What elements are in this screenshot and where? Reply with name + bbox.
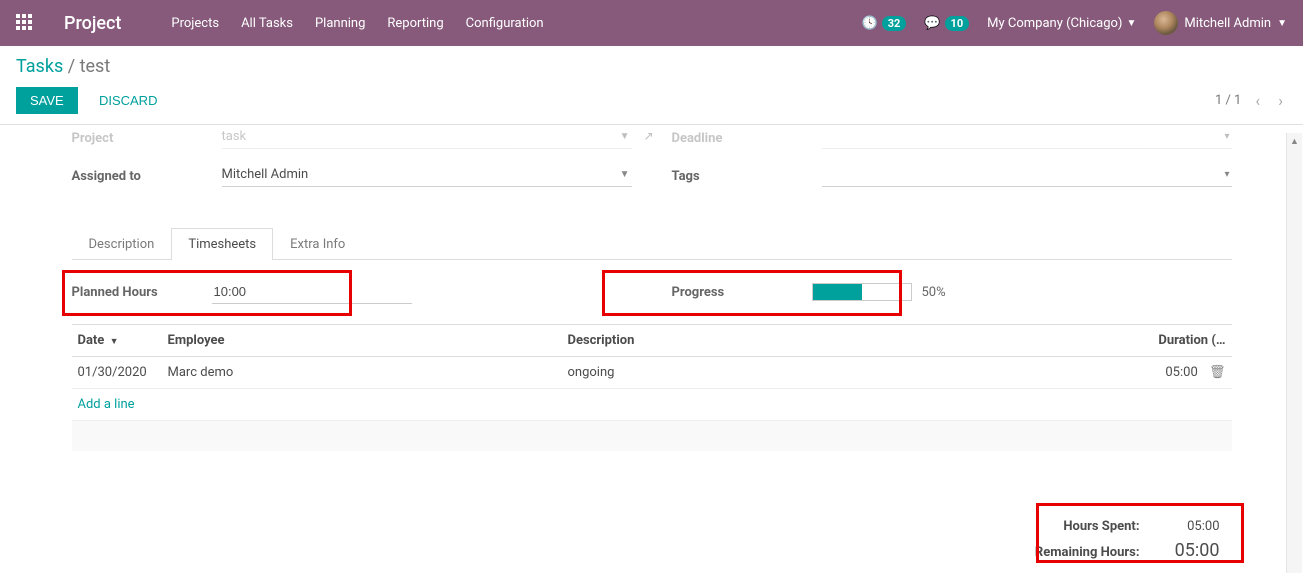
progress-group: Progress 50%	[672, 280, 1232, 304]
save-button[interactable]: Save	[16, 87, 78, 114]
company-name: My Company (Chicago)	[987, 16, 1122, 31]
nav-planning[interactable]: Planning	[315, 16, 365, 31]
avatar	[1154, 11, 1178, 35]
field-deadline[interactable]: ▾	[822, 127, 1232, 149]
timesheet-section: Planned Hours Progress 50%	[72, 260, 1232, 567]
label-tags: Tags	[672, 169, 822, 184]
top-nav: Project Projects All Tasks Planning Repo…	[0, 0, 1303, 46]
chat-icon: 💬	[924, 16, 940, 31]
label-assigned-to: Assigned to	[72, 169, 222, 184]
pager-next[interactable]: ›	[1274, 91, 1287, 110]
cell-description[interactable]: ongoing	[562, 357, 1122, 389]
timesheet-table: Date ▼ Employee Description Duration (… …	[72, 324, 1232, 451]
apps-icon[interactable]	[16, 14, 34, 32]
label-hours-spent: Hours Spent:	[1063, 519, 1139, 534]
discard-button[interactable]: Discard	[89, 87, 168, 114]
pager-prev[interactable]: ‹	[1251, 91, 1264, 110]
sort-desc-icon: ▼	[110, 337, 119, 347]
label-deadline: Deadline	[672, 131, 822, 146]
cell-date[interactable]: 01/30/2020	[72, 357, 162, 389]
trash-icon[interactable]: 🗑	[1209, 365, 1226, 380]
form-view: Project task ▼ ↗ Deadline ▾	[0, 125, 1303, 567]
messaging-indicator[interactable]: 💬 10	[924, 16, 969, 31]
nav-all-tasks[interactable]: All Tasks	[241, 16, 293, 31]
tab-extra-info[interactable]: Extra Info	[273, 228, 362, 260]
chevron-down-icon: ▼	[1277, 18, 1287, 29]
field-planned-hours[interactable]	[212, 280, 412, 304]
chevron-down-icon: ▼	[620, 131, 630, 142]
value-remaining-hours: 05:00	[1160, 540, 1220, 561]
label-progress: Progress	[672, 285, 812, 300]
field-assigned-to[interactable]: Mitchell Admin ▼	[222, 165, 632, 187]
nav-configuration[interactable]: Configuration	[466, 16, 544, 31]
message-count: 10	[945, 16, 970, 31]
cell-employee[interactable]: Marc demo	[162, 357, 562, 389]
chevron-down-icon: ▼	[620, 169, 630, 180]
activity-indicator[interactable]: 🕓 32	[862, 16, 907, 31]
chevron-down-icon: ▾	[1224, 131, 1229, 142]
label-planned-hours: Planned Hours	[72, 285, 212, 300]
nav-right: 🕓 32 💬 10 My Company (Chicago) ▼ Mitchel…	[862, 11, 1287, 35]
hours-summary: Hours Spent: 05:00 Remaining Hours: 05:0…	[1023, 511, 1232, 568]
field-project[interactable]: task ▼ ↗	[222, 127, 632, 149]
control-panel: Tasks / test Save Discard 1 / 1 ‹ ›	[0, 46, 1303, 125]
planned-hours-group: Planned Hours	[72, 280, 632, 304]
breadcrumb-current: test	[80, 56, 111, 77]
table-row[interactable]: 01/30/2020Marc demoongoing05:00 🗑	[72, 357, 1232, 389]
app-brand[interactable]: Project	[64, 13, 121, 34]
field-tags[interactable]: ▾	[822, 165, 1232, 187]
tab-timesheets[interactable]: Timesheets	[171, 228, 273, 260]
col-description[interactable]: Description	[562, 325, 1122, 357]
external-link-icon[interactable]: ↗	[643, 129, 653, 143]
col-duration[interactable]: Duration (…	[1122, 325, 1232, 357]
user-name: Mitchell Admin	[1184, 16, 1271, 31]
nav-menu: Projects All Tasks Planning Reporting Co…	[171, 16, 543, 31]
pager-label: 1 / 1	[1215, 93, 1241, 108]
col-date[interactable]: Date ▼	[72, 325, 162, 357]
value-hours-spent: 05:00	[1160, 519, 1220, 534]
breadcrumb-root[interactable]: Tasks	[16, 56, 63, 77]
label-remaining-hours: Remaining Hours:	[1035, 545, 1140, 560]
progress-fill	[813, 284, 862, 300]
company-switcher[interactable]: My Company (Chicago) ▼	[987, 16, 1136, 31]
clock-icon: 🕓	[862, 16, 878, 31]
tab-bar: Description Timesheets Extra Info	[72, 227, 1232, 260]
activity-count: 32	[882, 16, 907, 31]
cell-duration[interactable]: 05:00 🗑	[1122, 357, 1232, 389]
nav-projects[interactable]: Projects	[171, 16, 219, 31]
nav-reporting[interactable]: Reporting	[387, 16, 443, 31]
breadcrumb: Tasks / test	[16, 56, 1287, 77]
tab-description[interactable]: Description	[72, 228, 172, 260]
col-employee[interactable]: Employee	[162, 325, 562, 357]
user-menu[interactable]: Mitchell Admin ▼	[1154, 11, 1287, 35]
pager: 1 / 1 ‹ ›	[1215, 91, 1287, 110]
chevron-down-icon: ▾	[1224, 169, 1229, 180]
label-project: Project	[72, 131, 222, 146]
chevron-down-icon: ▼	[1126, 18, 1136, 29]
progress-bar	[812, 283, 912, 301]
add-line-link[interactable]: Add a line	[78, 397, 135, 412]
progress-value: 50%	[922, 285, 946, 300]
